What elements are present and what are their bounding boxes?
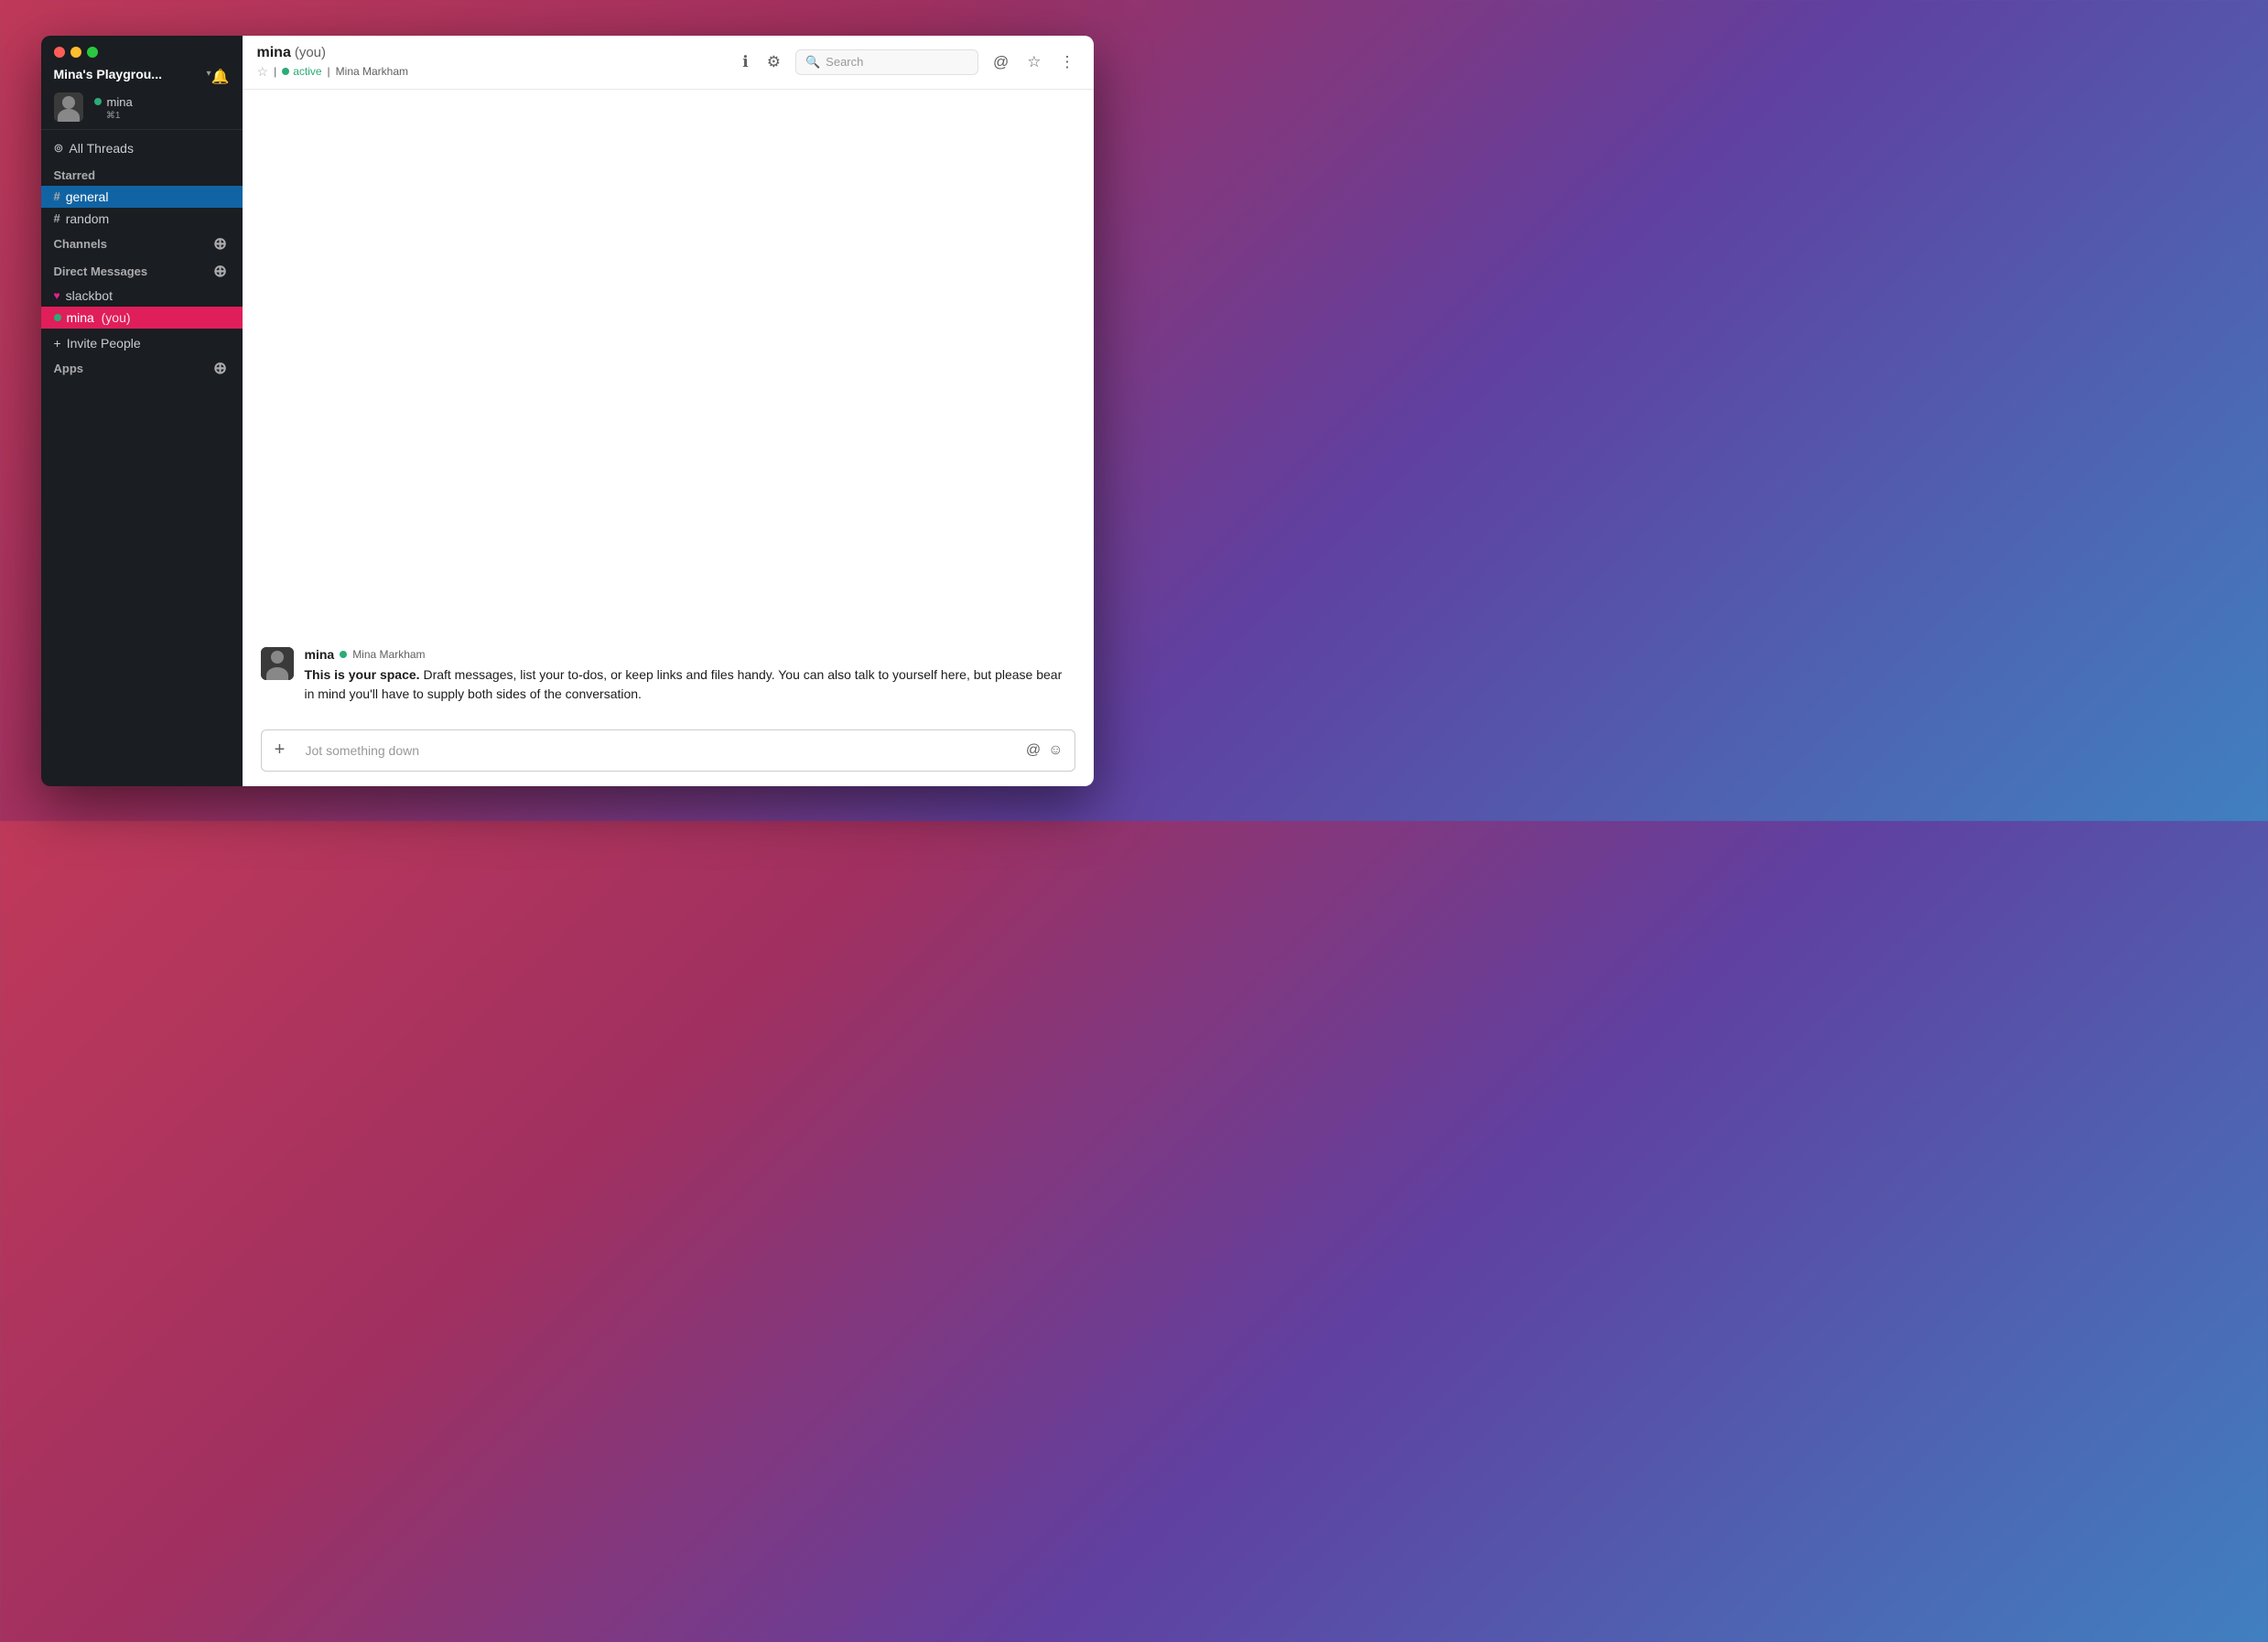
emoji-input-icon[interactable]: ☺ [1048,742,1063,759]
mina-you-label: mina (you) [67,310,131,325]
message-input-area: + @ ☺ [243,720,1094,786]
search-input[interactable] [826,55,968,69]
active-status-dot [282,68,289,75]
workspace-name: Mina's Playgrou... [54,67,162,81]
workspace-selector[interactable]: Mina's Playgrou... ▾ [54,67,211,81]
message-meta: mina Mina Markham [305,647,1075,662]
star-icon[interactable]: ☆ [257,64,269,80]
star-button[interactable]: ☆ [1023,49,1044,75]
at-input-icon[interactable]: @ [1026,742,1041,759]
plus-invite-icon: + [54,336,61,351]
message-sender: mina [305,647,335,662]
more-button[interactable]: ⋮ [1056,49,1079,75]
all-threads-label: All Threads [69,141,134,156]
apps-label: Apps [54,362,84,375]
sidebar: Mina's Playgrou... ▾ 🔔 mina ⌘1 [41,36,243,786]
sidebar-item-random[interactable]: # random [41,208,243,230]
star-header-icon: ☆ [1027,53,1041,71]
avatar[interactable] [54,92,83,122]
sidebar-item-all-threads[interactable]: ⊚ All Threads [41,137,243,159]
separator-1: | [274,65,276,78]
add-app-button[interactable]: ⊕ [211,360,230,378]
chat-area: mina Mina Markham This is your space. Dr… [243,90,1094,720]
active-label: active [293,65,321,78]
message-avatar [261,647,294,680]
more-icon: ⋮ [1060,53,1075,71]
at-button[interactable]: @ [989,49,1012,75]
header-title-row: mina (you) [257,45,409,61]
direct-messages-section: Direct Messages ⊕ [41,257,243,285]
search-icon: 🔍 [805,55,820,70]
channel-title-name: mina [257,45,291,61]
apps-section: Apps ⊕ [41,354,243,382]
cmd-badge: ⌘1 [94,111,133,121]
at-icon: @ [993,53,1009,71]
message-subtitle: Mina Markham [352,648,425,661]
sidebar-item-invite-people[interactable]: + Invite People [41,332,243,354]
header-meta-row: ☆ | active | Mina Markham [257,64,409,80]
active-badge: active [282,65,321,78]
channels-section: Channels ⊕ [41,230,243,257]
heart-icon: ♥ [54,289,60,302]
dm-status-dot [54,314,61,321]
hash-icon-general: # [54,189,60,203]
direct-messages-label: Direct Messages [54,265,148,278]
input-right-icons: @ ☺ [1026,742,1075,759]
info-icon: ℹ [742,53,748,71]
app-window: Mina's Playgrou... ▾ 🔔 mina ⌘1 [41,36,1094,786]
maximize-button[interactable] [87,47,98,58]
full-name-label: Mina Markham [336,65,408,78]
settings-button[interactable]: ⚙ [763,49,784,75]
slackbot-label: slackbot [66,288,113,303]
message-body: This is your space. Draft messages, list… [305,665,1075,704]
hash-icon-random: # [54,211,60,225]
sidebar-nav: ⊚ All Threads Starred # general # random… [41,130,243,786]
close-button[interactable] [54,47,65,58]
main-content: mina (you) ☆ | active | Mina Markham ℹ [243,36,1094,786]
window-controls [54,47,230,58]
threads-icon: ⊚ [54,141,64,156]
sidebar-item-general[interactable]: # general [41,186,243,208]
minimize-button[interactable] [70,47,81,58]
channel-title-you: (you) [295,45,326,60]
invite-people-label: Invite People [67,336,141,351]
add-channel-button[interactable]: ⊕ [211,235,230,254]
message-block: mina Mina Markham This is your space. Dr… [261,647,1075,704]
channel-general-label: general [66,189,109,204]
sidebar-username: mina [107,95,133,109]
add-dm-button[interactable]: ⊕ [211,263,230,281]
info-button[interactable]: ℹ [739,49,751,75]
starred-section-label: Starred [41,159,243,186]
message-right: mina Mina Markham This is your space. Dr… [305,647,1075,704]
header-right: ℹ ⚙ 🔍 @ ☆ ⋮ [739,49,1078,75]
message-input[interactable] [298,732,1026,769]
status-dot [94,98,102,105]
separator-2: | [328,65,330,78]
bell-icon[interactable]: 🔔 [211,68,230,86]
main-header: mina (you) ☆ | active | Mina Markham ℹ [243,36,1094,90]
user-status-row: mina [94,95,133,109]
sidebar-header: Mina's Playgrou... ▾ 🔔 mina ⌘1 [41,36,243,130]
search-box[interactable]: 🔍 [795,49,978,75]
message-status-dot [340,651,347,658]
sidebar-item-mina-you[interactable]: mina (you) [41,307,243,329]
sidebar-item-slackbot[interactable]: ♥ slackbot [41,285,243,307]
message-bold: This is your space. [305,667,420,682]
gear-icon: ⚙ [767,53,781,71]
input-plus-button[interactable]: + [262,730,298,771]
message-input-box: + @ ☺ [261,729,1075,772]
header-left: mina (you) ☆ | active | Mina Markham [257,45,409,80]
channels-label: Channels [54,237,108,251]
channel-random-label: random [66,211,109,226]
